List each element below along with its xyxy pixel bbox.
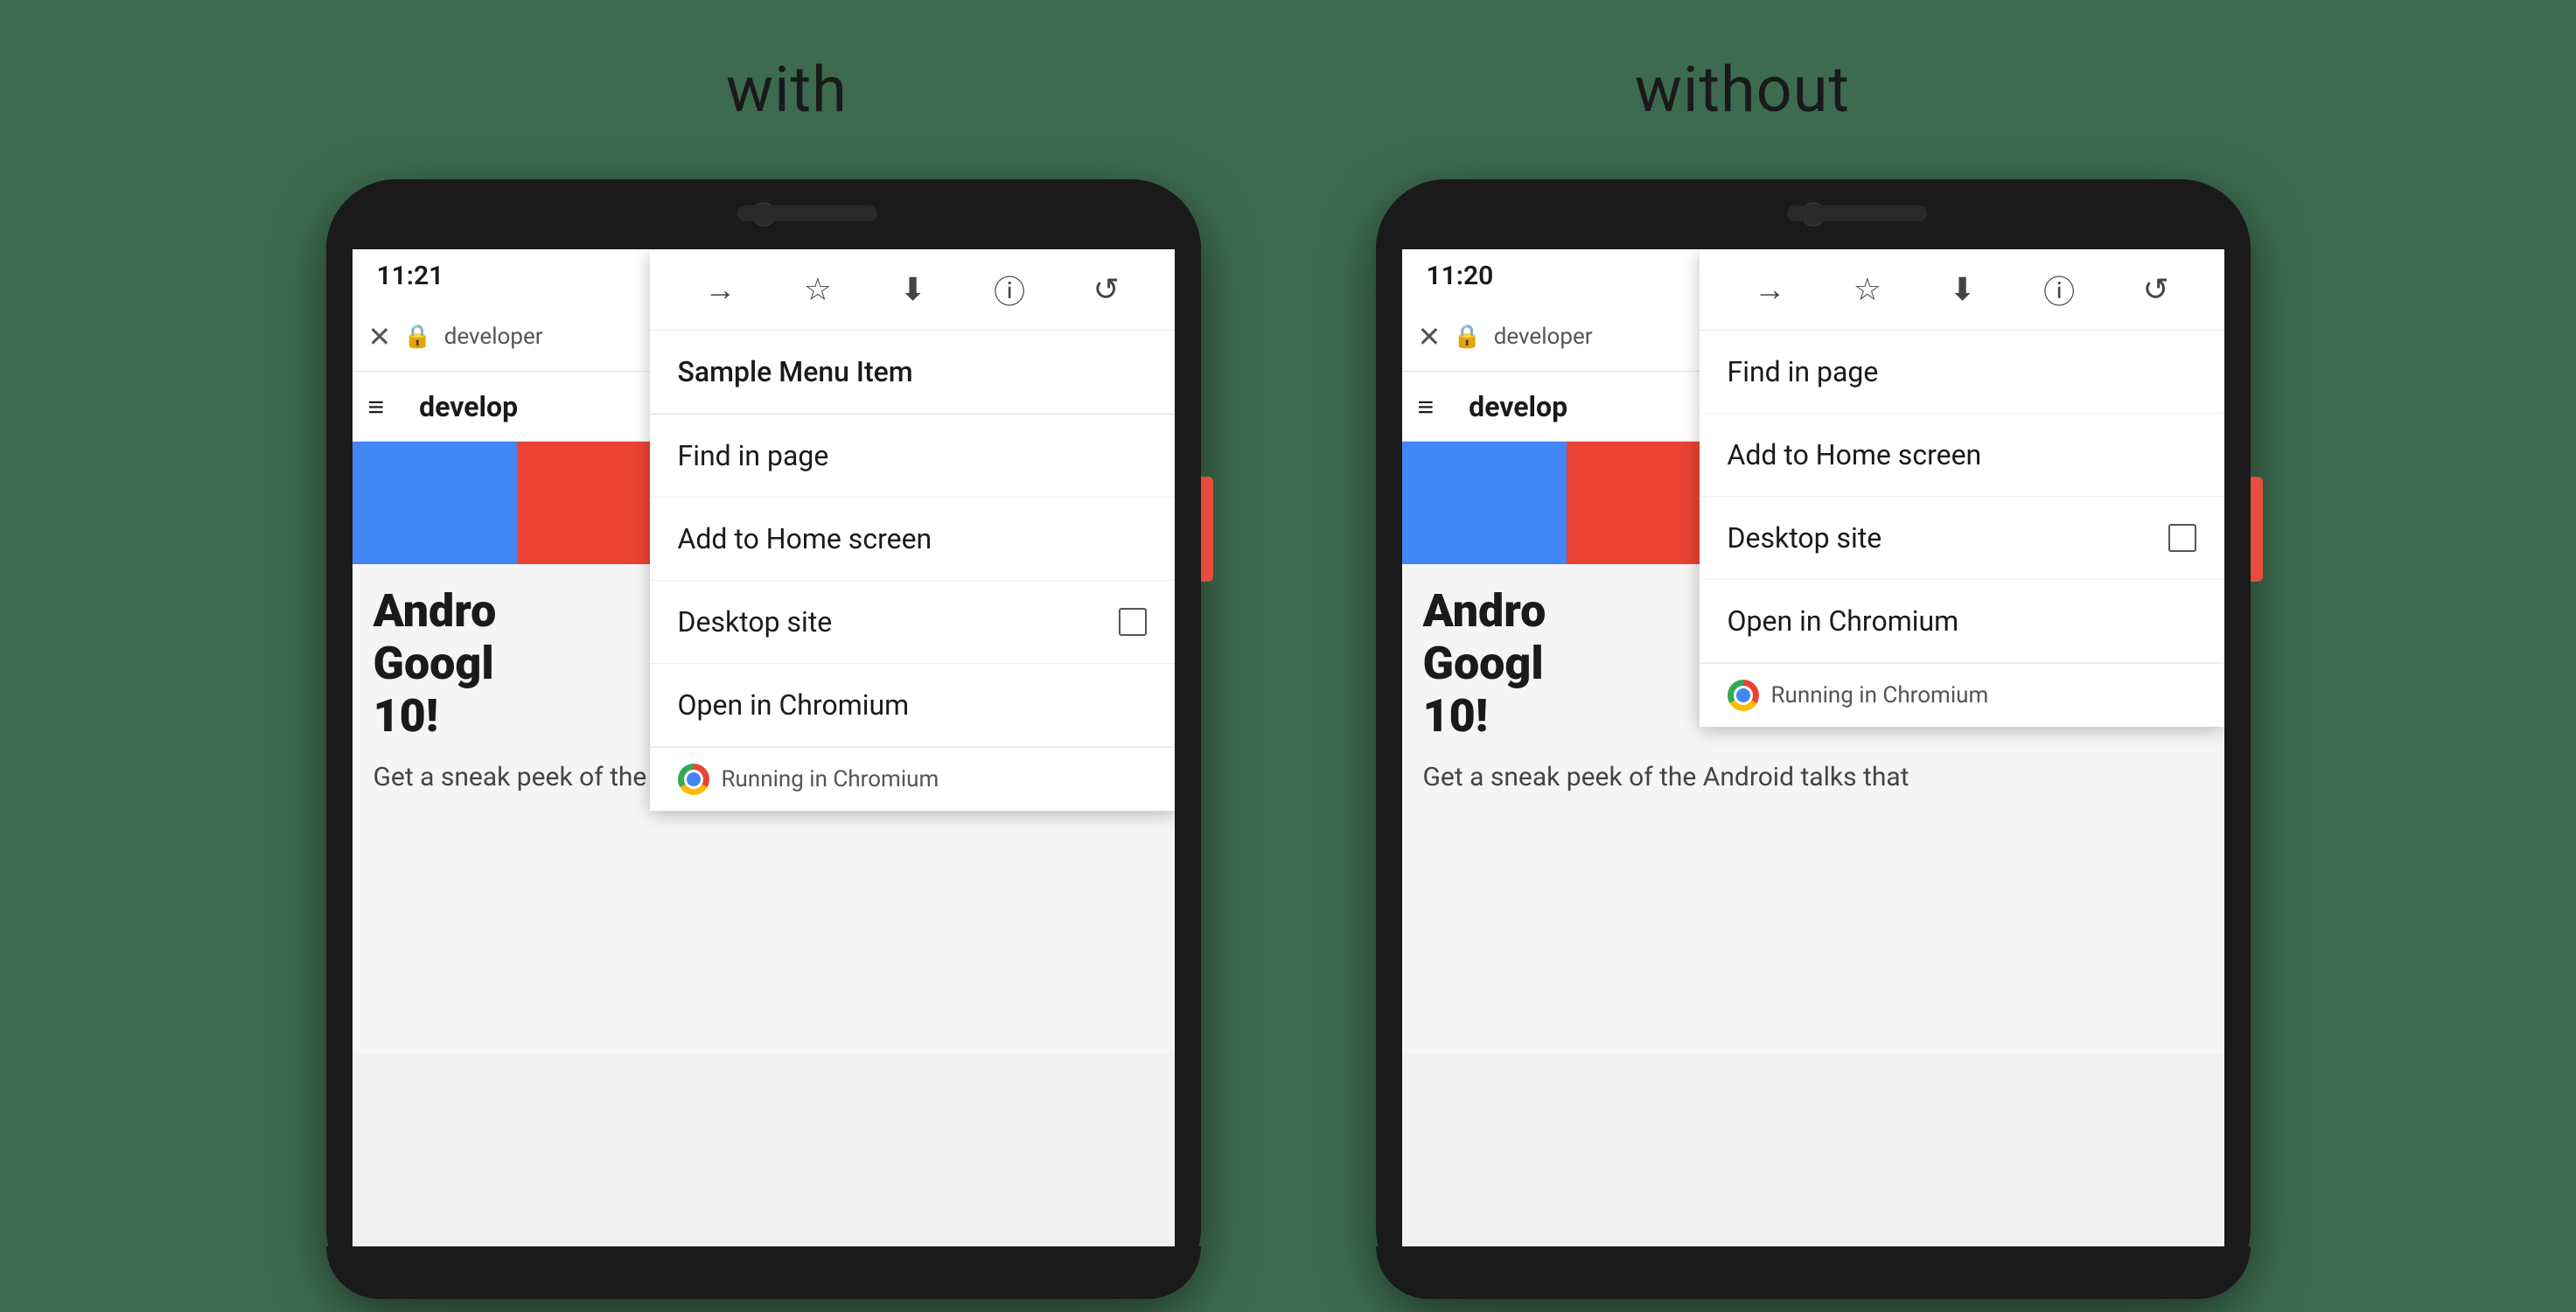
popup-item-home-right[interactable]: Add to Home screen <box>1700 414 2224 497</box>
popup-forward-icon-left[interactable]: → <box>704 271 736 308</box>
popup-star-icon-right[interactable]: ☆ <box>1853 271 1881 308</box>
popup-item-find-label-right: Find in page <box>1728 355 1879 388</box>
phones-row: 11:21 ▾ ▲ ▮ ✕ 🔒 developer ≡ develop <box>326 179 2251 1299</box>
popup-star-icon-left[interactable]: ☆ <box>804 271 832 308</box>
desktop-checkbox-right[interactable] <box>2168 524 2196 552</box>
popup-overlay-right: → ☆ ⬇ ⓘ ↺ Find in page Add to Home scree… <box>1402 249 2224 1246</box>
popup-menu-left: → ☆ ⬇ ⓘ ↺ Sample Menu Item Find in page <box>650 249 1175 811</box>
phone-screen-right: 11:20 ▾ ▲ ▮ ✕ 🔒 developer ≡ develop <box>1402 249 2224 1246</box>
popup-forward-icon-right[interactable]: → <box>1754 271 1785 308</box>
running-badge-right: Running in Chromium <box>1700 663 2224 727</box>
popup-item-desktop-label-left: Desktop site <box>678 605 833 639</box>
popup-info-icon-left[interactable]: ⓘ <box>994 267 1025 312</box>
popup-item-desktop-left[interactable]: Desktop site <box>650 581 1175 664</box>
label-without: without <box>1635 52 1850 127</box>
phone-bottom-left <box>326 1246 1201 1299</box>
popup-item-find-label-left: Find in page <box>678 439 829 472</box>
phone-side-btn-left <box>1201 477 1213 582</box>
popup-overlay-left: → ☆ ⬇ ⓘ ↺ Sample Menu Item Find in page <box>353 249 1175 1246</box>
popup-item-chromium-right[interactable]: Open in Chromium <box>1700 580 2224 663</box>
popup-toolbar-left: → ☆ ⬇ ⓘ ↺ <box>650 249 1175 331</box>
phone-speaker-left <box>737 206 877 221</box>
chromium-icon-left <box>678 764 709 795</box>
popup-item-chromium-left[interactable]: Open in Chromium <box>650 664 1175 747</box>
popup-download-icon-left[interactable]: ⬇ <box>899 271 925 308</box>
phone-right: 11:20 ▾ ▲ ▮ ✕ 🔒 developer ≡ develop <box>1376 179 2251 1299</box>
popup-toolbar-right: → ☆ ⬇ ⓘ ↺ <box>1700 249 2224 331</box>
phone-top-bar-right <box>1376 179 2251 249</box>
popup-item-chromium-label-right: Open in Chromium <box>1728 604 1959 638</box>
popup-item-find-left[interactable]: Find in page <box>650 415 1175 498</box>
popup-item-home-left[interactable]: Add to Home screen <box>650 498 1175 581</box>
running-label-right: Running in Chromium <box>1771 682 1989 708</box>
phone-top-bar-left <box>326 179 1201 249</box>
labels-row: with without <box>0 52 2576 127</box>
popup-menu-right: → ☆ ⬇ ⓘ ↺ Find in page Add to Home scree… <box>1700 249 2224 727</box>
phone-side-btn-right <box>2251 477 2263 582</box>
popup-item-desktop-label-right: Desktop site <box>1728 521 1882 555</box>
running-badge-left: Running in Chromium <box>650 747 1175 811</box>
phone-screen-left: 11:21 ▾ ▲ ▮ ✕ 🔒 developer ≡ develop <box>353 249 1175 1246</box>
popup-item-desktop-right[interactable]: Desktop site <box>1700 497 2224 580</box>
phone-speaker-right <box>1787 206 1927 221</box>
running-label-left: Running in Chromium <box>722 766 939 792</box>
popup-refresh-icon-left[interactable]: ↺ <box>1093 271 1120 308</box>
popup-item-sample-left[interactable]: Sample Menu Item <box>650 331 1175 414</box>
popup-item-chromium-label-left: Open in Chromium <box>678 688 910 722</box>
popup-item-home-label-left: Add to Home screen <box>678 522 932 555</box>
chromium-icon-right <box>1728 680 1759 711</box>
label-with: with <box>726 52 848 127</box>
popup-item-find-right[interactable]: Find in page <box>1700 331 2224 414</box>
phone-bottom-right <box>1376 1246 2251 1299</box>
popup-item-sample-label-left: Sample Menu Item <box>678 355 913 388</box>
popup-download-icon-right[interactable]: ⬇ <box>1949 271 1975 308</box>
desktop-checkbox-left[interactable] <box>1119 608 1147 636</box>
popup-info-icon-right[interactable]: ⓘ <box>2043 267 2075 312</box>
phone-left: 11:21 ▾ ▲ ▮ ✕ 🔒 developer ≡ develop <box>326 179 1201 1299</box>
popup-item-home-label-right: Add to Home screen <box>1728 438 1982 471</box>
popup-refresh-icon-right[interactable]: ↺ <box>2143 271 2169 308</box>
